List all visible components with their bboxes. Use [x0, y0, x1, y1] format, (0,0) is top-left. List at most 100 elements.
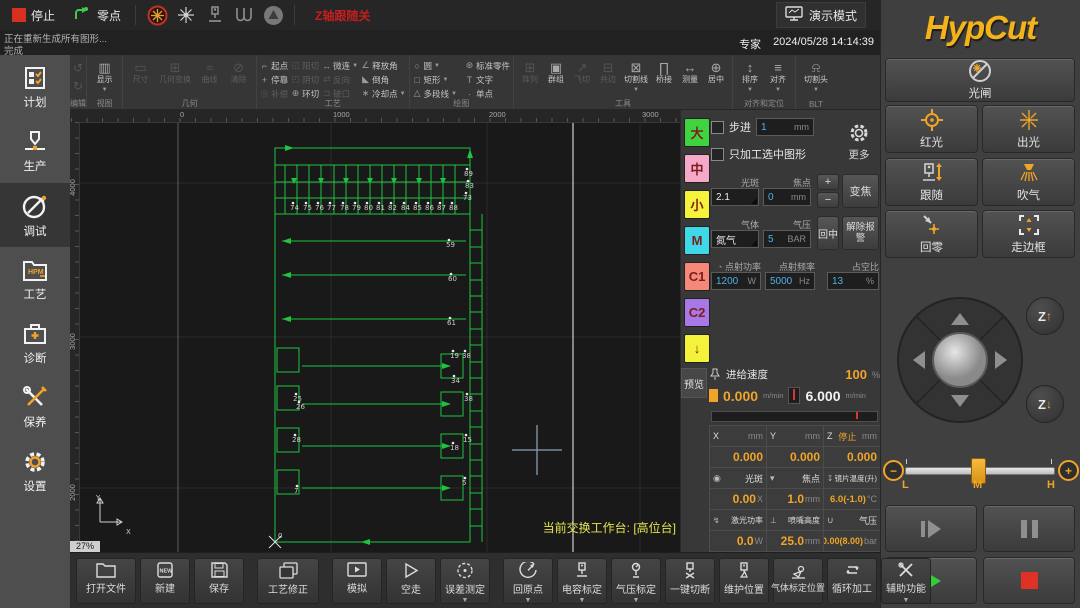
one-key-cut-button[interactable]: 一键切断 [665, 558, 715, 604]
start-point-item[interactable]: ⌐起点 [260, 59, 288, 72]
redo-icon[interactable]: ↻ [73, 79, 83, 93]
trace-frame-button[interactable]: 走边框 [982, 210, 1075, 258]
group-button[interactable]: ▣群组 [543, 57, 569, 85]
sidebar-item-settings[interactable]: 设置 [0, 439, 70, 503]
go-zero-button[interactable]: 回零 [885, 210, 978, 258]
male-cut-item[interactable]: ◱阳切 [291, 59, 319, 72]
focus-plus-button[interactable]: + [817, 174, 839, 190]
dock-item[interactable]: +停靠 [260, 73, 288, 86]
cut-line-button[interactable]: ⊠切割线▼ [621, 57, 651, 95]
cycle-process-button[interactable]: 循环加工 [827, 558, 877, 604]
capacitance-calib-button[interactable]: 电容标定▼ [557, 558, 607, 604]
laser-out-icon[interactable] [175, 4, 197, 26]
open-file-button[interactable]: 打开文件 [76, 558, 136, 604]
center-return-button[interactable]: 回中 [817, 216, 839, 250]
focus-minus-button[interactable]: − [817, 192, 839, 208]
z-down-button[interactable]: Z↓ [1026, 385, 1064, 423]
focus-input[interactable]: 0mm [763, 188, 811, 206]
more-button[interactable]: 更多 [839, 122, 879, 162]
center-button[interactable]: ⊕居中 [703, 57, 729, 85]
bridge-button[interactable]: ∏桥接 [651, 57, 677, 85]
go-origin-button[interactable]: 回原点▼ [503, 558, 553, 604]
alarm-mute-icon[interactable] [262, 4, 284, 26]
stop-button[interactable]: 停止 [8, 5, 59, 26]
zoom-focus-button[interactable]: 变焦 [842, 174, 879, 208]
sidebar-item-debug[interactable]: 调试 [0, 183, 70, 247]
array-button[interactable]: ⊞阵列 [517, 57, 543, 85]
layer-chip-medium[interactable]: 中 [684, 154, 710, 183]
follow-button[interactable]: 跟随 [885, 158, 978, 206]
auxiliary-button[interactable]: 辅助功能▼ [881, 558, 931, 604]
process-correction-button[interactable]: 工艺修正 [257, 558, 319, 604]
sidebar-item-production[interactable]: 生产 [0, 119, 70, 183]
z-up-button[interactable]: Z↑ [1026, 297, 1064, 335]
sidebar-item-maintenance[interactable]: 保养 [0, 375, 70, 439]
user-role-label[interactable]: 专家 [739, 36, 761, 52]
display-button[interactable]: ▥显示▼ [90, 57, 119, 95]
pressure-input[interactable]: 5BAR [763, 230, 811, 248]
laser-on-button[interactable]: 出光 [982, 105, 1075, 153]
blow-air-icon[interactable] [233, 4, 255, 26]
spot-select[interactable]: 2.1 [711, 188, 759, 206]
undo-icon[interactable]: ↺ [73, 61, 83, 75]
layer-chip-c2[interactable]: C2 [684, 298, 710, 327]
flycut-button[interactable]: ↗飞切 [569, 57, 595, 85]
red-light-button[interactable]: 红光 [885, 105, 978, 153]
maintenance-pos-button[interactable]: 维护位置 [719, 558, 769, 604]
dry-run-button[interactable]: 空走 [386, 558, 436, 604]
reverse-item[interactable]: ⇄反向 [322, 73, 358, 86]
layer-chip-large[interactable]: 大 [684, 118, 710, 147]
follow-icon[interactable] [204, 4, 226, 26]
preview-tab[interactable]: 预览 [681, 368, 707, 398]
female-cut-item[interactable]: ◰阴切 [291, 73, 319, 86]
chamfer-item[interactable]: ◣倒角 [361, 73, 405, 86]
clear-alarm-button[interactable]: 解除报警 [842, 216, 879, 250]
curve-button[interactable]: ≈曲线 [195, 57, 224, 85]
common-edge-button[interactable]: ⊟共边 [595, 57, 621, 85]
stop-machine-button[interactable] [983, 557, 1075, 604]
only-selected-checkbox[interactable] [711, 148, 724, 161]
sidebar-item-plan[interactable]: 计划 [0, 55, 70, 119]
new-file-button[interactable]: NEW 新建 [140, 558, 190, 604]
text-item[interactable]: T文字 [465, 73, 510, 86]
standard-part-item[interactable]: ⊛标准零件 [465, 59, 510, 72]
align-button[interactable]: ≡对齐▼ [764, 57, 792, 95]
layer-chip-small[interactable]: 小 [684, 190, 710, 219]
step-run-button[interactable] [885, 505, 977, 552]
speed-slider[interactable] [711, 411, 878, 422]
burst-power-input[interactable]: 1200W [711, 272, 761, 290]
step-checkbox[interactable] [711, 121, 724, 134]
circle-item[interactable]: ○圆▼ [413, 59, 457, 72]
clear-button[interactable]: ⊘清除 [224, 57, 253, 85]
drawing-canvas[interactable]: 7475767778798081828485868788898373596061… [70, 110, 680, 552]
burst-freq-input[interactable]: 5000Hz [765, 272, 815, 290]
speed-plus-button[interactable]: + [1058, 460, 1079, 481]
rectangle-item[interactable]: □矩形▼ [413, 73, 457, 86]
pressure-calib-button[interactable]: 气压标定▼ [611, 558, 661, 604]
blow-button[interactable]: 吹气 [982, 158, 1075, 206]
laser-alarm-icon[interactable] [146, 4, 168, 26]
microjoint-item[interactable]: ↔微连▼ [322, 59, 358, 72]
release-corner-item[interactable]: ∠释放角 [361, 59, 405, 72]
shutter-button[interactable]: 光闸 [885, 58, 1075, 102]
gas-select[interactable]: 氮气 [711, 230, 759, 248]
cutting-head-button[interactable]: ⍾切割头▼ [799, 57, 833, 95]
layer-chip-m[interactable]: M [684, 226, 710, 255]
pause-button[interactable] [983, 505, 1075, 552]
error-measure-button[interactable]: 误差测定▼ [440, 558, 490, 604]
save-button[interactable]: 保存 [194, 558, 244, 604]
jog-pad[interactable] [895, 295, 1025, 425]
gas-calib-pos-button[interactable]: 气体标定位置 [773, 558, 823, 604]
measure-button[interactable]: ↔测量 [677, 57, 703, 85]
jog-knob[interactable] [933, 333, 987, 387]
speed-minus-button[interactable]: − [883, 460, 904, 481]
step-input[interactable]: 1mm [756, 118, 814, 136]
duty-input[interactable]: 13% [827, 272, 879, 290]
sort-button[interactable]: ↕排序▼ [736, 57, 764, 95]
layer-chip-c1[interactable]: C1 [684, 262, 710, 291]
simulate-button[interactable]: 模拟 [332, 558, 382, 604]
demo-mode-button[interactable]: 演示模式 [776, 2, 866, 28]
zero-button[interactable]: 零点 [66, 2, 125, 28]
layer-chip-down[interactable]: ↓ [684, 334, 710, 363]
sidebar-item-technique[interactable]: HPM 工艺 [0, 247, 70, 311]
